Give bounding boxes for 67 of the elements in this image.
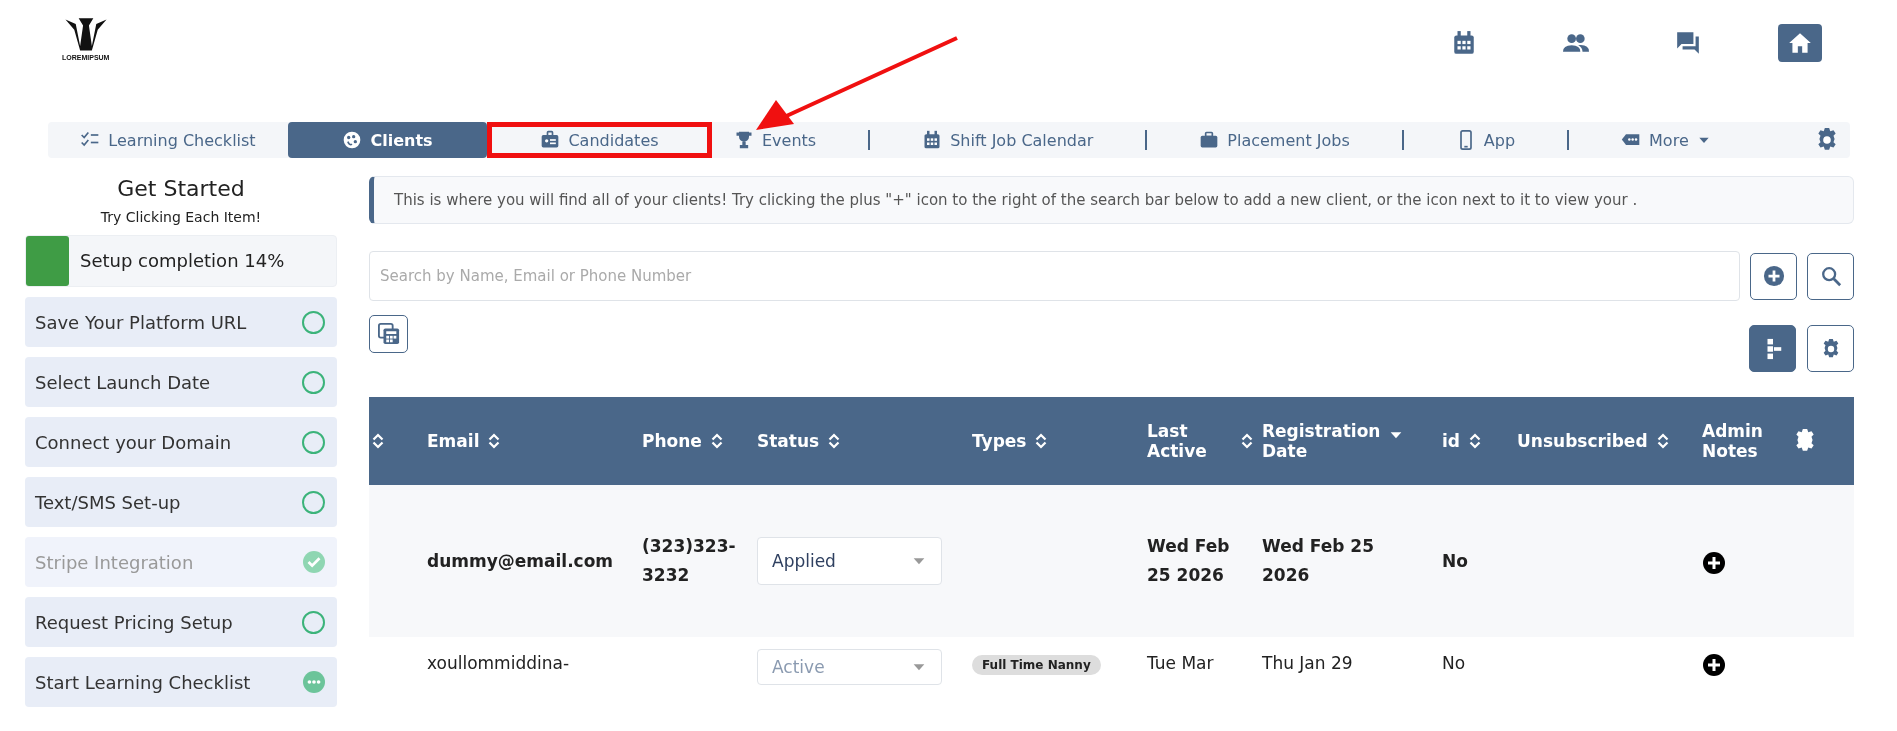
- header-icon-button[interactable]: [1778, 24, 1822, 62]
- checklist-item[interactable]: Select Launch Date: [25, 357, 337, 407]
- add-note-button[interactable]: [1702, 653, 1726, 677]
- phone-cell-text: (323)323-3232: [642, 535, 737, 587]
- column-header[interactable]: Types: [972, 431, 1027, 451]
- type-tag: Full Time Nanny: [972, 655, 1101, 675]
- email-cell: dummy@email.com: [427, 550, 614, 571]
- column-header[interactable]: Status: [757, 431, 820, 451]
- nav-tab[interactable]: Placement Jobs: [1177, 122, 1372, 158]
- table-settings-button[interactable]: [1807, 325, 1854, 372]
- column-header[interactable]: Unsubscribed: [1517, 431, 1648, 451]
- calendar-icon: [1451, 30, 1477, 56]
- nav-tab[interactable]: Events: [712, 122, 839, 158]
- registration-date-cell-text: Wed Feb 25 2026: [1262, 535, 1375, 587]
- checklist-label: Text/SMS Set-up: [35, 491, 181, 513]
- column-header[interactable]: Email: [427, 431, 480, 451]
- search-field[interactable]: Search by Name, Email or Phone Number: [369, 251, 1740, 301]
- checklist-label: Connect your Domain: [35, 431, 232, 453]
- checklist-label: Save Your Platform URL: [35, 311, 247, 333]
- trophy-icon: [734, 130, 754, 150]
- checklist-item[interactable]: Start Learning Checklist: [25, 657, 337, 707]
- sidebar-subtitle: Try Clicking Each Item!: [99, 209, 263, 225]
- checklist-item[interactable]: Text/SMS Set-up: [25, 477, 337, 527]
- nav-tab[interactable]: More: [1599, 122, 1733, 158]
- checklist-label: Request Pricing Setup: [35, 611, 233, 633]
- add-icon: [1702, 550, 1726, 575]
- add-client-button[interactable]: [1750, 252, 1797, 300]
- checklist-label: Select Launch Date: [35, 371, 211, 393]
- briefcase-icon: [1199, 130, 1220, 150]
- chat-icon: [1675, 30, 1701, 56]
- email-cell: xoullommiddina-: [427, 653, 570, 673]
- search-button[interactable]: [1807, 252, 1854, 300]
- nav-tab[interactable]: Candidates: [487, 122, 712, 158]
- columns-button[interactable]: [1749, 325, 1796, 372]
- checklist-item[interactable]: Save Your Platform URL: [25, 297, 337, 347]
- id-cell: No: [1442, 653, 1466, 673]
- last-active-cell-text: Tue Mar: [1147, 652, 1215, 675]
- calculator-button[interactable]: [369, 315, 408, 353]
- id-card-icon: [540, 130, 561, 150]
- table-row[interactable]: dummy@email.com (323)323-3232 Applied Wed Feb 25 2026 Wed Feb 25 2026 No: [369, 485, 1854, 637]
- add-icon: [1702, 653, 1726, 677]
- checklist-item[interactable]: Request Pricing Setup: [25, 597, 337, 647]
- status-dropdown[interactable]: Applied: [757, 537, 942, 585]
- column-header[interactable]: id: [1442, 431, 1460, 451]
- column-header[interactable]: Admin Notes: [1702, 421, 1786, 461]
- checklist-label: Stripe Integration: [35, 551, 194, 573]
- column-header[interactable]: Registration Date: [1262, 421, 1382, 461]
- column-header[interactable]: Last Active: [1147, 421, 1232, 461]
- nav-tab[interactable]: Clients: [288, 122, 487, 158]
- sidebar-title: Get Started: [116, 176, 246, 201]
- nav-tab[interactable]: Learning Checklist: [48, 122, 288, 158]
- calendar-icon: [922, 130, 943, 150]
- column-header[interactable]: Phone: [642, 431, 702, 451]
- add-icon: [1762, 265, 1785, 287]
- progress-label: Setup completion 14%: [80, 250, 285, 271]
- id-cell: No: [1442, 550, 1468, 571]
- add-note-button[interactable]: [1702, 550, 1726, 575]
- nav-tab[interactable]: App: [1433, 122, 1538, 158]
- table-row[interactable]: xoullommiddina- Active Full Time Nanny Tue Mar Thu Jan 29 No: [369, 637, 1854, 685]
- nav-tab[interactable]: Shift Job Calendar: [900, 122, 1116, 158]
- registration-date-cell-text: Thu Jan 29: [1262, 652, 1354, 675]
- last-active-cell-text: Wed Feb 25 2026: [1147, 535, 1231, 587]
- checklist-item[interactable]: Connect your Domain: [25, 417, 337, 467]
- search-icon: [1819, 265, 1842, 287]
- checklist-label: Start Learning Checklist: [35, 671, 251, 693]
- calculator-icon: [377, 323, 400, 345]
- info-banner: This is where you will find all of your clients! Try clicking the plus "+" icon to the right of the search bar below to add a new client, or the icon next to it to view your .: [369, 176, 1854, 224]
